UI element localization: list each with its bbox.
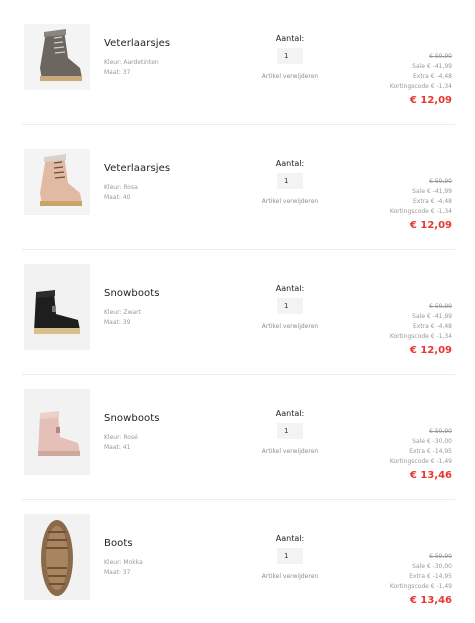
price-breakdown: € 59,90 Sale € -41,99 Extra € -4,48 Kort… (390, 302, 452, 357)
original-price: € 59,90 (429, 53, 452, 60)
extra-discount: Extra € -14,95 (409, 448, 452, 455)
final-price: € 12,09 (409, 220, 452, 231)
quantity-input[interactable] (277, 548, 303, 564)
product-name[interactable]: Snowboots (104, 413, 160, 424)
final-price: € 12,09 (409, 345, 452, 356)
mokka-boot-sole-icon (24, 514, 90, 600)
product-size: Maat: 41 (104, 444, 131, 451)
product-image[interactable] (24, 264, 90, 350)
quantity-block: Aantal: Artikel verwijderen (240, 409, 340, 455)
original-price: € 59,90 (429, 303, 452, 310)
shopping-cart: Veterlaarsjes Kleur: Aardetinten Maat: 3… (0, 0, 475, 623)
remove-item-link[interactable]: Artikel verwijderen (240, 73, 340, 80)
sale-discount: Sale € -41,99 (412, 188, 452, 195)
quantity-block: Aantal: Artikel verwijderen (240, 534, 340, 580)
quantity-label: Aantal: (275, 159, 305, 168)
product-name[interactable]: Snowboots (104, 288, 160, 299)
product-color: Kleur: Rosa (104, 184, 138, 191)
quantity-label: Aantal: (275, 34, 305, 43)
sale-discount: Sale € -41,99 (412, 313, 452, 320)
product-meta: Kleur: Mokka Maat: 37 (104, 558, 143, 578)
product-meta: Kleur: Rosa Maat: 40 (104, 183, 138, 203)
remove-item-link[interactable]: Artikel verwijderen (240, 448, 340, 455)
extra-discount: Extra € -4,48 (413, 198, 452, 205)
extra-discount: Extra € -4,48 (413, 73, 452, 80)
coupon-discount: Kortingscode € -1,34 (389, 333, 452, 340)
product-size: Maat: 39 (104, 319, 131, 326)
product-image[interactable] (24, 514, 90, 600)
product-color: Kleur: Zwart (104, 309, 141, 316)
quantity-block: Aantal: Artikel verwijderen (240, 284, 340, 330)
product-name[interactable]: Veterlaarsjes (104, 163, 170, 174)
pink-lace-up-boot-icon (24, 149, 90, 215)
product-meta: Kleur: Zwart Maat: 39 (104, 308, 141, 328)
product-image[interactable] (24, 389, 90, 475)
extra-discount: Extra € -4,48 (413, 323, 452, 330)
cart-item: Boots Kleur: Mokka Maat: 37 Aantal: Arti… (0, 500, 475, 623)
remove-item-link[interactable]: Artikel verwijderen (240, 323, 340, 330)
product-color: Kleur: Mokka (104, 559, 143, 566)
cart-item: Snowboots Kleur: Zwart Maat: 39 Aantal: … (0, 250, 475, 375)
coupon-discount: Kortingscode € -1,34 (389, 208, 452, 215)
coupon-discount: Kortingscode € -1,49 (389, 583, 452, 590)
cart-item: Veterlaarsjes Kleur: Rosa Maat: 40 Aanta… (0, 125, 475, 250)
product-color: Kleur: Rosé (104, 434, 138, 441)
final-price: € 13,46 (409, 470, 452, 481)
product-image[interactable] (24, 24, 90, 90)
original-price: € 59,90 (429, 553, 452, 560)
original-price: € 59,90 (429, 178, 452, 185)
rose-snow-boot-icon (24, 389, 90, 475)
quantity-label: Aantal: (275, 284, 305, 293)
product-color: Kleur: Aardetinten (104, 59, 159, 66)
product-image[interactable] (24, 149, 90, 215)
product-size: Maat: 40 (104, 194, 131, 201)
quantity-input[interactable] (277, 423, 303, 439)
quantity-label: Aantal: (275, 534, 305, 543)
quantity-input[interactable] (277, 298, 303, 314)
product-meta: Kleur: Aardetinten Maat: 37 (104, 58, 159, 78)
original-price: € 59,90 (429, 428, 452, 435)
grey-lace-up-boot-icon (24, 24, 90, 90)
product-size: Maat: 37 (104, 569, 131, 576)
product-name[interactable]: Boots (104, 538, 133, 549)
coupon-discount: Kortingscode € -1,34 (389, 83, 452, 90)
quantity-block: Aantal: Artikel verwijderen (240, 34, 340, 80)
final-price: € 13,46 (409, 595, 452, 606)
sale-discount: Sale € -30,00 (412, 563, 452, 570)
black-snow-boot-icon (24, 264, 90, 350)
product-name[interactable]: Veterlaarsjes (104, 38, 170, 49)
product-meta: Kleur: Rosé Maat: 41 (104, 433, 138, 453)
cart-item: Snowboots Kleur: Rosé Maat: 41 Aantal: A… (0, 375, 475, 500)
final-price: € 12,09 (409, 95, 452, 106)
extra-discount: Extra € -14,95 (409, 573, 452, 580)
quantity-block: Aantal: Artikel verwijderen (240, 159, 340, 205)
price-breakdown: € 59,90 Sale € -41,99 Extra € -4,48 Kort… (390, 177, 452, 232)
cart-item: Veterlaarsjes Kleur: Aardetinten Maat: 3… (0, 0, 475, 125)
quantity-label: Aantal: (275, 409, 305, 418)
remove-item-link[interactable]: Artikel verwijderen (240, 573, 340, 580)
remove-item-link[interactable]: Artikel verwijderen (240, 198, 340, 205)
sale-discount: Sale € -41,99 (412, 63, 452, 70)
sale-discount: Sale € -30,00 (412, 438, 452, 445)
price-breakdown: € 59,90 Sale € -30,00 Extra € -14,95 Kor… (390, 552, 452, 607)
product-size: Maat: 37 (104, 69, 131, 76)
price-breakdown: € 59,90 Sale € -30,00 Extra € -14,95 Kor… (390, 427, 452, 482)
price-breakdown: € 59,90 Sale € -41,99 Extra € -4,48 Kort… (390, 52, 452, 107)
quantity-input[interactable] (277, 48, 303, 64)
quantity-input[interactable] (277, 173, 303, 189)
coupon-discount: Kortingscode € -1,49 (389, 458, 452, 465)
